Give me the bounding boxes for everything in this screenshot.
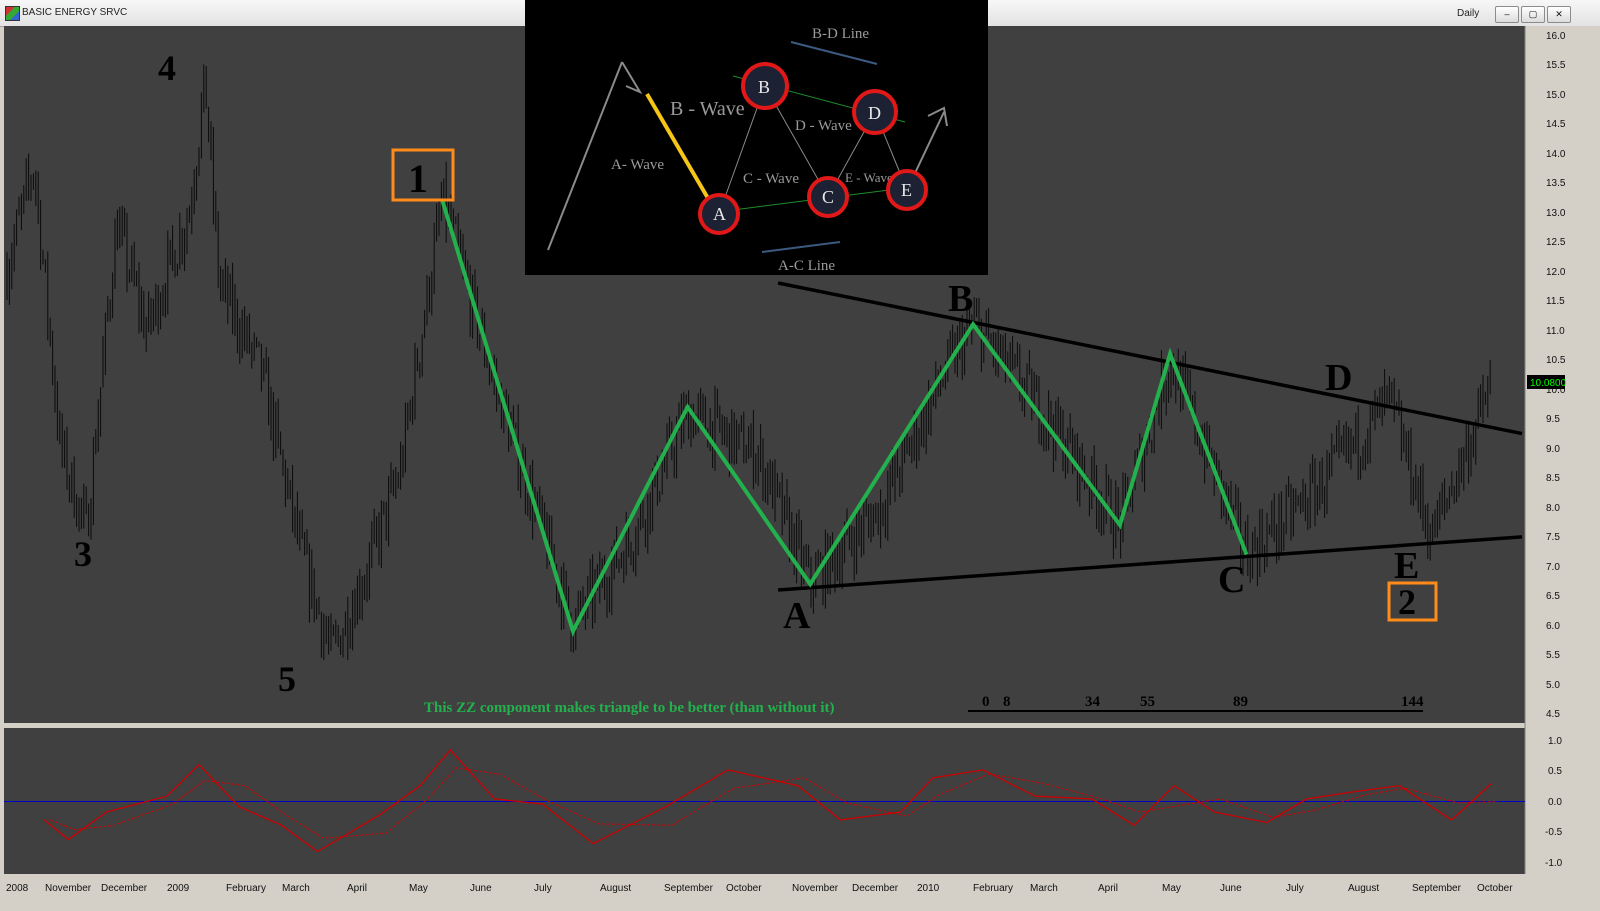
osc-axis-panel[interactable] — [1525, 728, 1600, 874]
month-tick: September — [664, 883, 714, 894]
month-tick: May — [1162, 883, 1181, 894]
price-tick: 13.0 — [1546, 208, 1566, 219]
osc-tick: 0.0 — [1548, 797, 1562, 808]
price-chart[interactable]: 16.0 15.5 15.0 14.5 14.0 13.5 13.0 12.5 … — [0, 0, 1600, 911]
fib-count: 34 — [1085, 694, 1101, 710]
fib-count: 55 — [1140, 694, 1155, 710]
wave-label-c: C — [1218, 559, 1245, 601]
month-tick: 2010 — [917, 883, 940, 894]
price-tick: 9.0 — [1546, 444, 1560, 455]
month-tick: 2009 — [167, 883, 190, 894]
price-tick: 11.0 — [1546, 326, 1565, 337]
fib-count: 144 — [1401, 694, 1424, 710]
inset-a-wave-label: A- Wave — [611, 157, 664, 173]
inset-node-label: A — [713, 204, 726, 224]
price-tick: 12.5 — [1546, 237, 1566, 248]
month-tick: July — [534, 883, 552, 894]
month-tick: June — [470, 883, 492, 894]
price-tick: 8.0 — [1546, 503, 1560, 514]
inset-node-a: A — [698, 193, 740, 235]
wave-label-3: 3 — [74, 534, 92, 574]
month-tick: November — [45, 883, 92, 894]
price-tick: 15.0 — [1546, 90, 1566, 101]
price-tick: 11.5 — [1546, 296, 1565, 307]
price-tick: 7.0 — [1546, 562, 1560, 573]
price-tick: 12.0 — [1546, 267, 1566, 278]
month-tick: April — [1098, 883, 1118, 894]
price-tick: 13.5 — [1546, 178, 1566, 189]
month-tick: July — [1286, 883, 1304, 894]
osc-tick: 0.5 — [1548, 766, 1562, 777]
month-tick: August — [600, 883, 631, 894]
inset-b-wave-label: B - Wave — [670, 98, 745, 120]
month-tick: September — [1412, 883, 1462, 894]
triangle-inset-diagram: B-D Line A-C Line A- Wave B - Wave C - W… — [525, 0, 988, 275]
month-tick: March — [1030, 883, 1058, 894]
price-tick: 9.5 — [1546, 414, 1560, 425]
inset-e-wave-label: E - Wave — [845, 170, 893, 185]
osc-tick: -1.0 — [1545, 858, 1563, 869]
fib-count: 89 — [1233, 694, 1248, 710]
inset-c-wave-label: C - Wave — [743, 171, 799, 187]
price-tick: 15.5 — [1546, 60, 1566, 71]
month-tick: February — [973, 883, 1013, 894]
month-tick: June — [1220, 883, 1242, 894]
month-tick: December — [852, 883, 899, 894]
annotation-text: This ZZ component makes triangle to be b… — [424, 700, 835, 716]
inset-d-wave-label: D - Wave — [795, 118, 852, 134]
price-tick: 14.5 — [1546, 119, 1566, 130]
inset-node-label: E — [901, 180, 912, 200]
inset-ac-label: A-C Line — [778, 258, 835, 274]
month-tick: May — [409, 883, 428, 894]
wave-label-5: 5 — [278, 659, 296, 699]
chart-window: BASIC ENERGY SRVC Daily – ▢ ✕ 16.0 15.5 … — [0, 0, 1600, 911]
inset-node-e: E — [886, 169, 928, 211]
osc-tick: -0.5 — [1545, 827, 1563, 838]
wave-label-b: B — [948, 278, 973, 320]
month-tick: October — [1477, 883, 1513, 894]
price-tick: 7.5 — [1546, 532, 1560, 543]
wave-label-4: 4 — [158, 48, 176, 88]
inset-node-label: C — [822, 187, 834, 207]
month-tick: February — [226, 883, 266, 894]
month-tick: November — [792, 883, 839, 894]
inset-bd-label: B-D Line — [812, 26, 869, 42]
price-tick: 16.0 — [1546, 31, 1566, 42]
current-price-text: 10.0800 — [1530, 378, 1567, 389]
inset-node-d: D — [852, 89, 898, 135]
inset-background — [525, 0, 988, 275]
price-tick: 4.5 — [1546, 709, 1560, 720]
wave-label-e: E — [1394, 545, 1419, 587]
wave-label-2: 2 — [1398, 582, 1416, 622]
month-tick: December — [101, 883, 148, 894]
fib-count: 8 — [1003, 694, 1011, 710]
price-tick: 6.5 — [1546, 591, 1560, 602]
fib-count: 0 — [982, 694, 990, 710]
wave-label-a: A — [783, 595, 811, 637]
month-tick: April — [347, 883, 367, 894]
wave-label-d: D — [1325, 357, 1352, 399]
price-tick: 6.0 — [1546, 621, 1560, 632]
inset-node-label: D — [868, 103, 881, 123]
month-tick: October — [726, 883, 762, 894]
price-axis-panel[interactable] — [1525, 26, 1600, 723]
inset-node-b: B — [741, 62, 789, 110]
inset-node-c: C — [807, 176, 849, 218]
month-tick: March — [282, 883, 310, 894]
price-tick: 14.0 — [1546, 149, 1566, 160]
month-tick: 2008 — [6, 883, 29, 894]
price-tick: 8.5 — [1546, 473, 1560, 484]
price-tick: 5.0 — [1546, 680, 1560, 691]
month-tick: August — [1348, 883, 1379, 894]
time-axis: 2008 November December 2009 February Mar… — [6, 883, 1513, 894]
wave-label-1: 1 — [408, 156, 428, 201]
inset-node-label: B — [758, 77, 770, 97]
osc-tick: 1.0 — [1548, 736, 1562, 747]
price-tick: 5.5 — [1546, 650, 1560, 661]
price-tick: 10.5 — [1546, 355, 1566, 366]
